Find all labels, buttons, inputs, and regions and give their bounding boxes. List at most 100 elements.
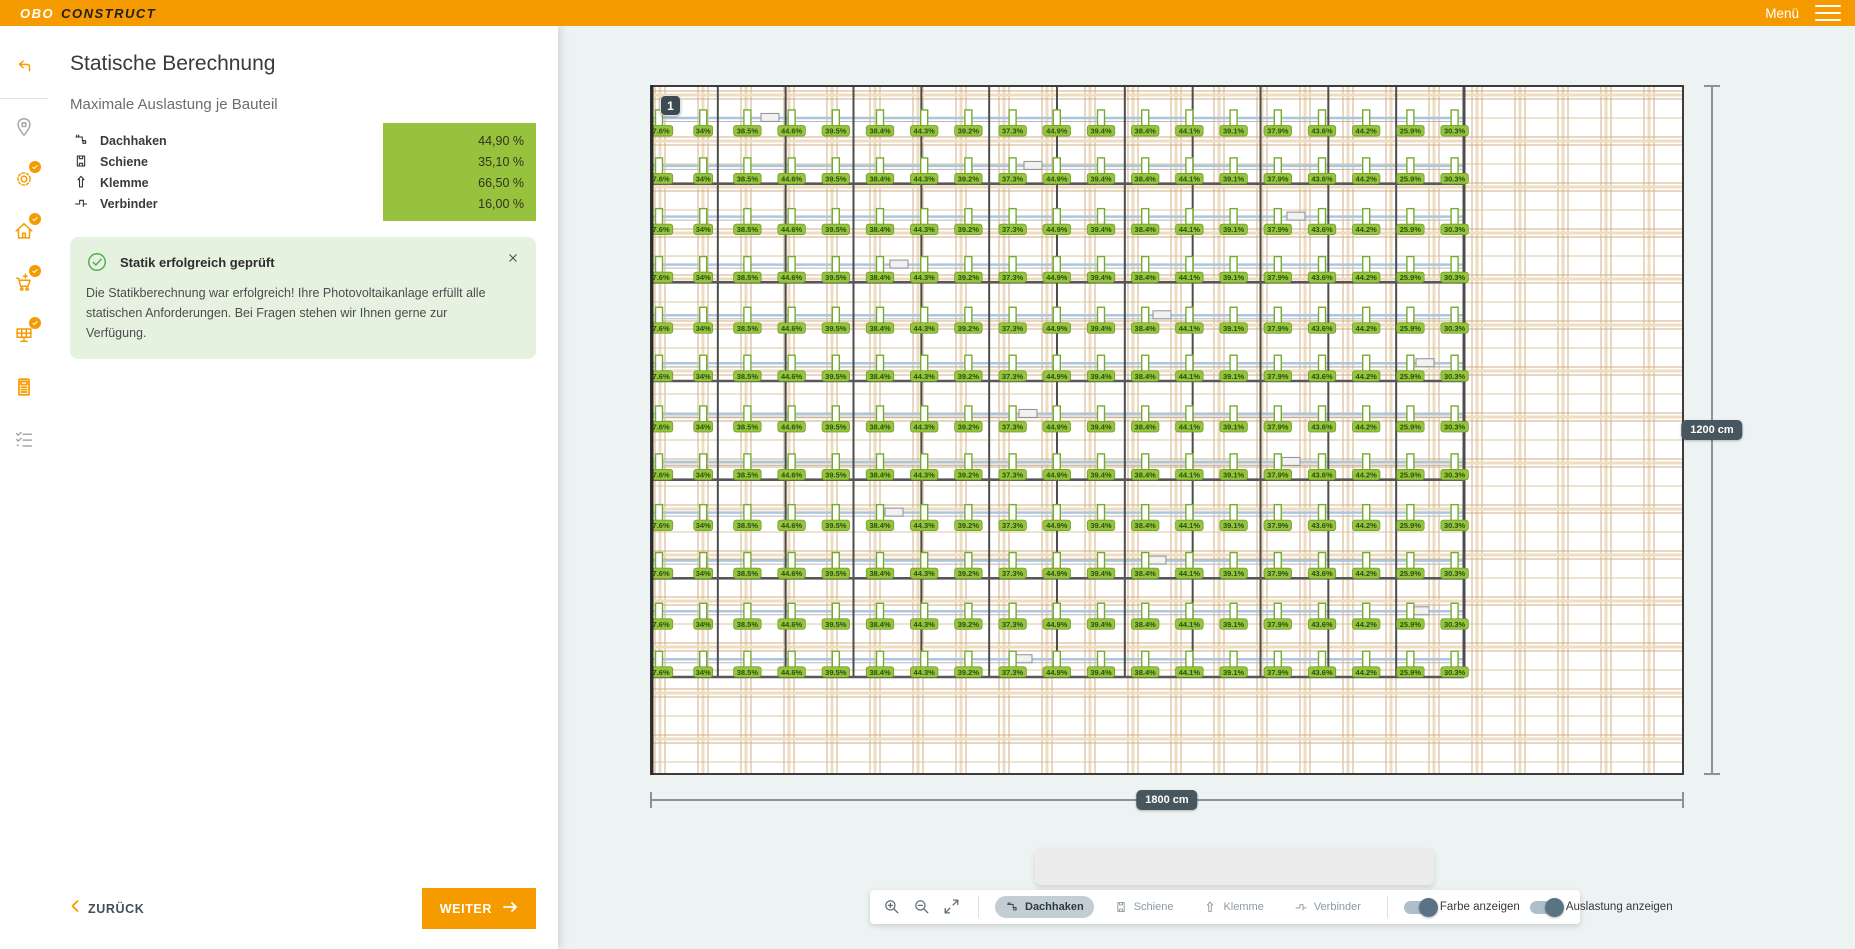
connector-icon [73,195,89,211]
svg-text:44.6%: 44.6% [781,273,803,282]
svg-text:44.1%: 44.1% [1179,127,1201,136]
svg-text:44.1%: 44.1% [1179,423,1201,432]
svg-text:39.2%: 39.2% [958,127,980,136]
svg-text:37.3%: 37.3% [1002,273,1024,282]
filter-klemme-button[interactable]: Klemme [1193,896,1273,918]
filter-dachhaken-button[interactable]: Dachhaken [995,896,1094,918]
notification-placeholder [1035,848,1434,885]
svg-text:44.9%: 44.9% [1046,273,1068,282]
back-button[interactable]: ZURÜCK [70,898,144,919]
filter-schiene-button[interactable]: Schiene [1104,896,1184,918]
svg-text:39.1%: 39.1% [1223,423,1245,432]
svg-text:44.9%: 44.9% [1046,471,1068,480]
statics-panel: Statische Berechnung Maximale Auslastung… [48,26,558,949]
toggle-track[interactable] [1404,901,1434,914]
svg-text:39.2%: 39.2% [958,423,980,432]
zoom-in-button[interactable] [882,897,902,917]
toggle-track[interactable] [1530,901,1560,914]
svg-text:44.6%: 44.6% [781,521,803,530]
filter-verbinder-button[interactable]: Verbinder [1284,896,1371,918]
svg-text:25.9%: 25.9% [1400,423,1422,432]
roof-layout-canvas[interactable]: 27.6%34%38.5%44.6%39.5%38.4%44.3%39.2%37… [650,85,1684,775]
alert-close-icon[interactable] [506,251,522,267]
svg-text:34%: 34% [696,668,711,677]
svg-text:39.1%: 39.1% [1223,569,1245,578]
component-load-value: 16,00 % [478,197,536,211]
svg-text:38.5%: 38.5% [737,372,759,381]
svg-text:30.3%: 30.3% [1444,471,1466,480]
svg-text:44.3%: 44.3% [914,521,936,530]
component-label: Dachhaken [100,134,167,148]
svg-text:44.1%: 44.1% [1179,225,1201,234]
svg-text:39.2%: 39.2% [958,471,980,480]
svg-text:38.4%: 38.4% [869,569,891,578]
connector-icon [1294,900,1308,914]
sidebar-item-statics[interactable] [0,361,48,413]
svg-text:44.1%: 44.1% [1179,569,1201,578]
svg-text:44.1%: 44.1% [1179,668,1201,677]
svg-text:44.2%: 44.2% [1356,225,1378,234]
chevron-left-icon [70,898,80,914]
zoom-out-button[interactable] [912,897,932,917]
clamp-icon [1203,900,1217,914]
svg-text:44.9%: 44.9% [1046,521,1068,530]
svg-text:44.6%: 44.6% [781,620,803,629]
svg-text:39.2%: 39.2% [958,620,980,629]
toggle-knob[interactable] [1419,898,1438,917]
svg-text:44.9%: 44.9% [1046,175,1068,184]
toggle-show-load[interactable]: Auslastung anzeigen [1530,901,1673,914]
svg-text:43.6%: 43.6% [1311,521,1333,530]
panel-subtitle: Maximale Auslastung je Bauteil [70,96,536,113]
sidebar-item-modules[interactable] [0,309,48,361]
svg-text:44.2%: 44.2% [1356,423,1378,432]
roof-viewer: 27.6%34%38.5%44.6%39.5%38.4%44.3%39.2%37… [558,26,1855,949]
svg-text:38.4%: 38.4% [1135,423,1157,432]
svg-text:39.1%: 39.1% [1223,471,1245,480]
svg-text:43.6%: 43.6% [1311,175,1333,184]
fit-view-button[interactable] [942,897,962,917]
svg-text:44.3%: 44.3% [914,471,936,480]
svg-text:25.9%: 25.9% [1400,175,1422,184]
svg-text:39.5%: 39.5% [825,471,847,480]
checklist-icon [13,428,35,450]
svg-text:39.1%: 39.1% [1223,668,1245,677]
component-load-value: 66,50 % [478,176,536,190]
svg-text:44.1%: 44.1% [1179,521,1201,530]
toggle-show-color[interactable]: Farbe anzeigen [1404,901,1520,914]
filter-label: Klemme [1223,901,1263,913]
svg-text:44.3%: 44.3% [914,569,936,578]
page-title: Statische Berechnung [70,52,536,76]
svg-text:44.2%: 44.2% [1356,620,1378,629]
sidebar-item-cart[interactable] [0,257,48,309]
svg-text:44.2%: 44.2% [1356,127,1378,136]
sidebar-item-location[interactable] [0,101,48,153]
svg-text:39.5%: 39.5% [825,175,847,184]
svg-text:44.9%: 44.9% [1046,225,1068,234]
svg-text:34%: 34% [696,471,711,480]
svg-text:43.6%: 43.6% [1311,471,1333,480]
sidebar-item-configuration[interactable] [0,153,48,205]
sidebar-item-summary[interactable] [0,413,48,465]
svg-text:38.4%: 38.4% [1135,273,1157,282]
svg-text:34%: 34% [696,569,711,578]
toggle-knob[interactable] [1545,898,1564,917]
svg-text:39.5%: 39.5% [825,273,847,282]
step-done-badge [29,213,41,225]
hamburger-menu-icon[interactable] [1815,5,1841,21]
svg-text:34%: 34% [696,521,711,530]
back-button-label: ZURÜCK [88,902,144,916]
zoom-in-icon [882,897,901,916]
filter-label: Verbinder [1314,901,1361,913]
roof-hook-icon [73,132,90,149]
menu-label[interactable]: Menü [1765,6,1799,21]
svg-text:38.4%: 38.4% [869,423,891,432]
svg-text:38.5%: 38.5% [737,127,759,136]
sidebar-item-back[interactable] [0,42,48,94]
svg-text:30.3%: 30.3% [1444,521,1466,530]
next-button[interactable]: WEITER [422,888,536,929]
svg-text:39.4%: 39.4% [1090,225,1112,234]
component-label: Schiene [100,155,148,169]
svg-text:43.6%: 43.6% [1311,273,1333,282]
sidebar-item-building[interactable] [0,205,48,257]
svg-text:37.3%: 37.3% [1002,620,1024,629]
